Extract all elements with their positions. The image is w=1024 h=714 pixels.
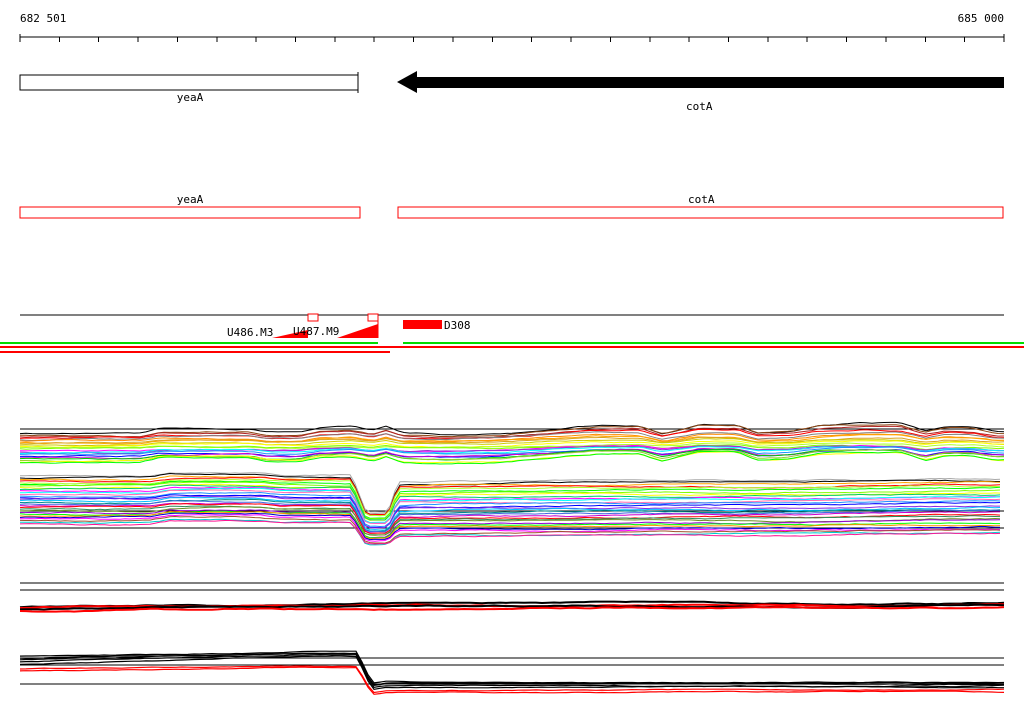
gene-box-yeaA[interactable] xyxy=(19,74,359,91)
probe-triangle-U487.M9[interactable] xyxy=(337,324,378,338)
genome-view-canvas: yeaA cotA yeaA cotA U486.M3 U487.M9 D308 xyxy=(0,34,1024,695)
probe-notch-U486.M3 xyxy=(307,313,319,322)
annotation-box-cotA[interactable] xyxy=(397,206,1004,219)
annotation-box-yeaA[interactable] xyxy=(19,206,361,219)
gene-label-cotA: cotA xyxy=(686,100,713,113)
annotation-label-yeaA: yeaA xyxy=(177,193,204,206)
probe-label-U487.M9: U487.M9 xyxy=(293,325,339,338)
gene-label-yeaA: yeaA xyxy=(177,91,204,104)
probe-box-D308[interactable] xyxy=(403,320,442,329)
probe-label-U486.M3: U486.M3 xyxy=(227,326,273,339)
probe-label-D308: D308 xyxy=(444,319,471,332)
gene-arrow-cotA[interactable] xyxy=(397,71,1004,93)
genome-browser-window: 682 501 685 000 yeaA cotA yeaA cotA U486.M3 U… xyxy=(0,0,1024,714)
probe-notch-U487.M9 xyxy=(367,313,379,322)
annotation-label-cotA: cotA xyxy=(688,193,715,206)
